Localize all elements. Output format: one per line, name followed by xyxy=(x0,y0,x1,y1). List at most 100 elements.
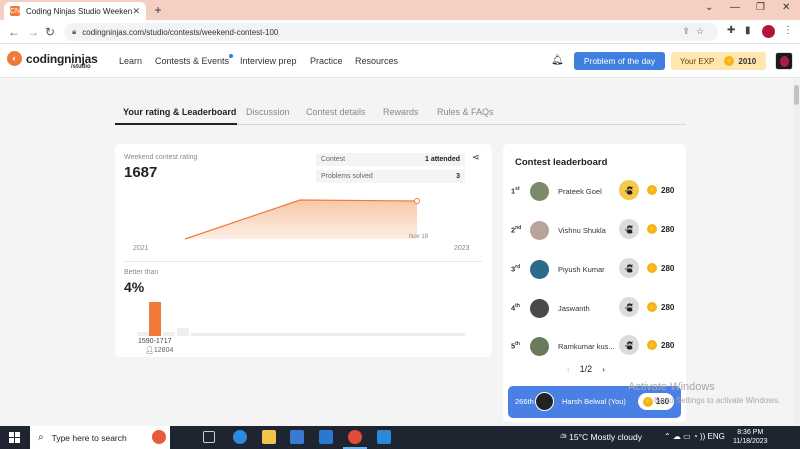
extensions-icon[interactable]: ✚ xyxy=(727,25,735,36)
nav-learn[interactable]: Learn xyxy=(119,56,142,66)
close-tab-icon[interactable]: ✕ xyxy=(132,6,140,17)
leaderboard-row[interactable]: 1st Prateek Goel 🥷︎ ⚡ 280 xyxy=(503,180,686,202)
address-toolbar: ← → ↻ 🔒︎ codingninjas.com/studio/contest… xyxy=(0,20,800,44)
rating-point xyxy=(414,198,420,204)
chart-x-start: 2021 xyxy=(133,245,149,252)
nav-resources[interactable]: Resources xyxy=(355,56,398,66)
share-bookmark-icons[interactable]: ⇪☆ xyxy=(682,26,710,37)
silver-ninja-badge-icon: 🥷︎ xyxy=(619,258,639,278)
silver-ninja-badge-icon: 🥷︎ xyxy=(619,219,639,239)
leaderboard-row[interactable]: 4th Jaswanth 🥷︎ ⚡ 280 xyxy=(503,297,686,319)
rating-label: Weekend contest rating xyxy=(124,154,198,161)
tab-title: Coding Ninjas Studio Weekend xyxy=(26,6,133,16)
coin-icon: ⚡ xyxy=(647,340,657,350)
hist-count: 👤︎12804 xyxy=(145,346,173,354)
taskbar-search[interactable]: ⌕ Type here to search xyxy=(30,426,170,449)
avatar xyxy=(530,337,549,356)
coin-icon: ⚡ xyxy=(647,185,657,195)
weather-widget[interactable]: ⛅︎ 15°C Mostly cloudy xyxy=(560,432,642,443)
contest-stat: Contest 1 attended xyxy=(316,153,465,166)
coin-icon: ⚡ xyxy=(724,56,735,66)
taskbar-clock[interactable]: 8:36 PM 11/18/2023 xyxy=(733,428,768,446)
page-scrollbar[interactable] xyxy=(793,79,800,426)
browser-tab[interactable]: CN Coding Ninjas Studio Weekend ✕ xyxy=(4,2,146,20)
contest-stat-value: 1 attended xyxy=(424,156,460,163)
score: ⚡ 280 xyxy=(647,340,675,350)
scroll-thumb[interactable] xyxy=(794,85,799,105)
url-field[interactable]: 🔒︎ codingninjas.com/studio/contests/week… xyxy=(64,23,718,41)
leaderboard-row[interactable]: 3rd Piyush Kumar 🥷︎ ⚡ 280 xyxy=(503,258,686,280)
notification-bell-icon[interactable]: 🔔︎ xyxy=(551,55,564,66)
restore-icon[interactable]: ❐ xyxy=(756,2,765,13)
file-explorer-icon[interactable] xyxy=(262,430,276,444)
your-name: Harsh Belwal (You) xyxy=(562,397,626,406)
rank: 1st xyxy=(511,186,520,196)
tab-search-icon[interactable]: ⌄ xyxy=(705,2,713,13)
score: ⚡ 280 xyxy=(647,302,675,312)
hist-baseline xyxy=(191,333,465,336)
tab-rewards[interactable]: Rewards xyxy=(383,107,419,117)
vscode-icon[interactable] xyxy=(377,430,391,444)
hist-bar-highlight[interactable] xyxy=(149,302,161,336)
rating-area xyxy=(185,200,417,239)
task-view-icon[interactable] xyxy=(203,431,215,443)
forward-icon[interactable]: → xyxy=(27,25,39,39)
sidebar-icon[interactable]: ▮ xyxy=(745,25,751,36)
avatar xyxy=(530,221,549,240)
system-tray[interactable]: ⌃ ☁ ▭ ◔ )) ENG xyxy=(664,432,725,441)
browser-profile-avatar[interactable] xyxy=(762,25,775,38)
back-icon[interactable]: ← xyxy=(8,25,20,39)
edge-icon[interactable] xyxy=(233,430,247,444)
avatar xyxy=(530,299,549,318)
weather-icon: ⛅︎ xyxy=(560,432,570,442)
avatar xyxy=(530,182,549,201)
participant-name: Prateek Goel xyxy=(558,187,602,196)
leaderboard-row[interactable]: 2nd Vishnu Shukla 🥷︎ ⚡ 280 xyxy=(503,219,686,241)
problem-of-the-day-button[interactable]: Problem of the day xyxy=(574,52,665,70)
contest-subtabs: Your rating & Leaderboard Discussion Con… xyxy=(115,104,686,125)
leaderboard-row[interactable]: 5th Ramkumar kus... 🥷︎ ⚡ 280 xyxy=(503,335,686,357)
exp-badge[interactable]: Your EXP ⚡ 2010 xyxy=(671,52,766,70)
problems-stat-label: Problems solved xyxy=(321,173,373,180)
your-avatar xyxy=(535,392,554,411)
codingninjas-logo[interactable]: ◐ codingninjas /studio xyxy=(7,51,98,70)
tab-rules-faqs[interactable]: Rules & FAQs xyxy=(437,107,494,117)
search-highlight-icon[interactable] xyxy=(152,430,166,444)
windows-start-icon[interactable] xyxy=(9,432,20,443)
coin-icon: ⚡ xyxy=(647,302,657,312)
chrome-icon[interactable] xyxy=(348,430,362,444)
coin-icon: ⚡ xyxy=(647,224,657,234)
rating-chart xyxy=(184,198,420,240)
url-text: codingninjas.com/studio/contests/weekend… xyxy=(82,27,279,37)
nav-contests-events[interactable]: Contests & Events xyxy=(155,56,229,66)
hist-bar xyxy=(137,332,149,336)
problems-stat: Problems solved 3 xyxy=(316,170,465,183)
chart-x-end: 2023 xyxy=(454,245,470,252)
mail-icon[interactable] xyxy=(319,430,333,444)
hist-bar xyxy=(163,332,175,336)
close-window-icon[interactable]: ✕ xyxy=(782,2,790,13)
tray-icons: ⌃ ☁ ▭ ◔ )) xyxy=(664,432,708,441)
participant-name: Ramkumar kus... xyxy=(558,342,615,351)
next-page-icon[interactable]: › xyxy=(602,365,605,374)
nav-practice[interactable]: Practice xyxy=(310,56,343,66)
minimize-icon[interactable]: — xyxy=(730,2,740,13)
notification-dot xyxy=(229,54,233,58)
exp-value: 2010 xyxy=(738,56,757,66)
store-icon[interactable] xyxy=(290,430,304,444)
new-tab-button[interactable]: + xyxy=(151,3,165,17)
watermark-line1: Activate Windows xyxy=(628,381,715,393)
reload-icon[interactable]: ↻ xyxy=(45,25,55,39)
tab-rating-leaderboard[interactable]: Your rating & Leaderboard xyxy=(123,107,236,117)
share-icon[interactable]: ⋖ xyxy=(472,152,480,163)
menu-icon[interactable]: ⋮ xyxy=(783,25,793,36)
leaderboard-title: Contest leaderboard xyxy=(515,157,608,168)
better-than-value: 4% xyxy=(124,279,145,295)
tab-discussion[interactable]: Discussion xyxy=(246,107,290,117)
tab-contest-details[interactable]: Contest details xyxy=(306,107,366,117)
logo-mark-icon: ◐ xyxy=(7,51,22,66)
user-avatar[interactable] xyxy=(775,52,793,70)
score: ⚡ 280 xyxy=(647,224,675,234)
prev-page-icon[interactable]: ‹ xyxy=(567,365,570,374)
nav-interview-prep[interactable]: Interview prep xyxy=(240,56,297,66)
